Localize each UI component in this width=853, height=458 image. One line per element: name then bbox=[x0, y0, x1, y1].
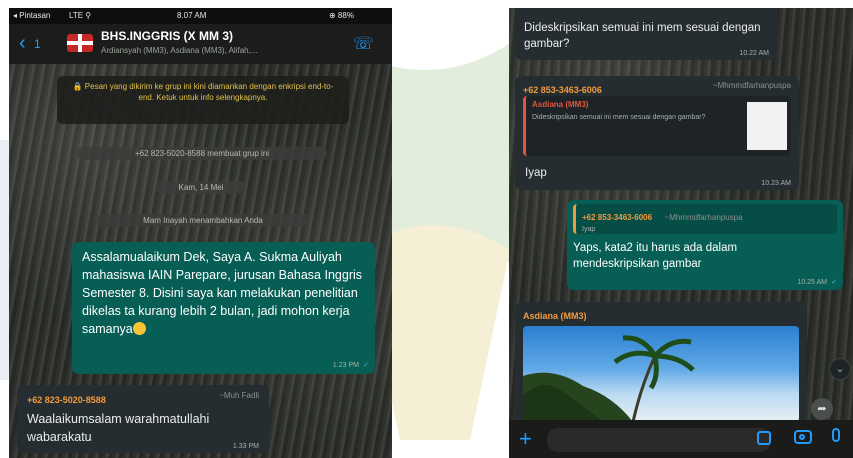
signal-indicator: LTE ⚲ bbox=[69, 11, 92, 20]
message-text: Iyap bbox=[525, 167, 547, 179]
read-tick-icon: ✓ bbox=[831, 279, 837, 286]
system-message-created: +62 823-5020-8588 membuat grup ini bbox=[77, 147, 327, 160]
message-text: Yaps, kata2 itu harus ada dalam mendeskr… bbox=[573, 242, 738, 270]
encryption-notice[interactable]: 🔒 Pesan yang dikirim ke grup ini kini di… bbox=[57, 76, 349, 124]
sender-alias: ~Mhmmdfarhanpuspa bbox=[712, 81, 791, 90]
message-text: Waalaikumsalam warahmatullahi wabarakatu bbox=[27, 412, 210, 444]
quoted-alias: ~Mhmmdfarhanpuspa bbox=[664, 213, 743, 222]
sticker-icon[interactable] bbox=[757, 431, 771, 445]
smile-emoji-icon bbox=[132, 322, 146, 335]
quoted-sender: +62 853-3463-6006 bbox=[582, 213, 653, 222]
incoming-message[interactable]: +62 823-5020-8588 ~Muh Fadli Waalaikumsa… bbox=[17, 385, 269, 453]
quoted-message[interactable]: Asdiana (MM3) Dideskripsikan semuai ini … bbox=[523, 96, 791, 156]
group-title[interactable]: BHS.INGGRIS (X MM 3) bbox=[101, 29, 233, 43]
group-avatar[interactable] bbox=[67, 34, 93, 52]
message-text: Dideskripsikan semuai ini mem sesuai den… bbox=[524, 22, 761, 50]
sender-name[interactable]: Asdiana (MM3) bbox=[523, 311, 587, 321]
message-time: 10.22 AM bbox=[739, 50, 769, 57]
quoted-text: Iyap bbox=[582, 226, 596, 233]
date-chip: Kam, 14 Mei bbox=[156, 181, 246, 194]
message-input[interactable] bbox=[547, 428, 771, 452]
status-time: 8.07 AM bbox=[177, 11, 207, 20]
message-time: 1.33 PM bbox=[232, 443, 259, 450]
message-text: Assalamualaikum Dek, Saya A. Sukma Auliy… bbox=[82, 250, 363, 336]
mic-icon[interactable] bbox=[832, 428, 840, 442]
message-time: 1.23 PM bbox=[332, 362, 359, 369]
plus-icon[interactable]: + bbox=[519, 426, 532, 452]
system-message-added: Mam Inayah menambahkan Anda bbox=[97, 214, 309, 227]
message-input-bar: + bbox=[509, 420, 853, 458]
forward-icon[interactable]: ➦ bbox=[811, 398, 833, 420]
beach-photo[interactable] bbox=[523, 326, 799, 422]
incoming-message-question[interactable]: Dideskripsikan semuai ini mem sesuai den… bbox=[515, 8, 777, 60]
outgoing-message[interactable]: Assalamualaikum Dek, Saya A. Sukma Auliy… bbox=[72, 242, 375, 374]
back-icon[interactable]: ‹ bbox=[19, 33, 26, 53]
quoted-text: Dideskripsikan semuai ini mem sesuai den… bbox=[532, 114, 706, 121]
quoted-message[interactable]: +62 853-3463-6006 ~Mhmmdfarhanpuspa Iyap bbox=[573, 204, 837, 234]
status-bar: ◂ Pintasan LTE ⚲ 8.07 AM ⊕ 88% bbox=[9, 8, 392, 24]
add-call-icon[interactable]: ☏ bbox=[353, 34, 374, 54]
carrier-label: ◂ Pintasan bbox=[13, 11, 51, 20]
incoming-reply-message[interactable]: +62 853-3463-6006 ~Mhmmdfarhanpuspa Asdi… bbox=[515, 76, 799, 190]
sender-number[interactable]: +62 823-5020-8588 bbox=[27, 395, 106, 405]
quoted-image-thumbnail bbox=[747, 102, 787, 150]
read-tick-icon: ✓ bbox=[363, 362, 369, 369]
battery-indicator: ⊕ 88% bbox=[329, 11, 354, 20]
chat-screen-right: Dideskripsikan semuai ini mem sesuai den… bbox=[509, 8, 853, 458]
sender-alias: ~Muh Fadli bbox=[219, 391, 259, 400]
message-time: 10.25 AM bbox=[797, 279, 827, 286]
outgoing-reply-message[interactable]: +62 853-3463-6006 ~Mhmmdfarhanpuspa Iyap… bbox=[567, 200, 843, 290]
sender-number[interactable]: +62 853-3463-6006 bbox=[523, 85, 602, 95]
palm-tree-image bbox=[523, 335, 695, 422]
message-time: 10.23 AM bbox=[761, 180, 791, 187]
camera-icon[interactable] bbox=[794, 430, 812, 444]
chat-screen-left: ◂ Pintasan LTE ⚲ 8.07 AM ⊕ 88% ‹ 1 BHS.I… bbox=[9, 8, 392, 458]
group-members: Ardiansyah (MM3), Asdiana (MM3), Alifah,… bbox=[101, 46, 258, 55]
chat-header: ‹ 1 BHS.INGGRIS (X MM 3) Ardiansyah (MM3… bbox=[9, 24, 392, 64]
unread-count[interactable]: 1 bbox=[34, 37, 41, 51]
scroll-down-icon[interactable]: ⌄ bbox=[829, 358, 851, 380]
